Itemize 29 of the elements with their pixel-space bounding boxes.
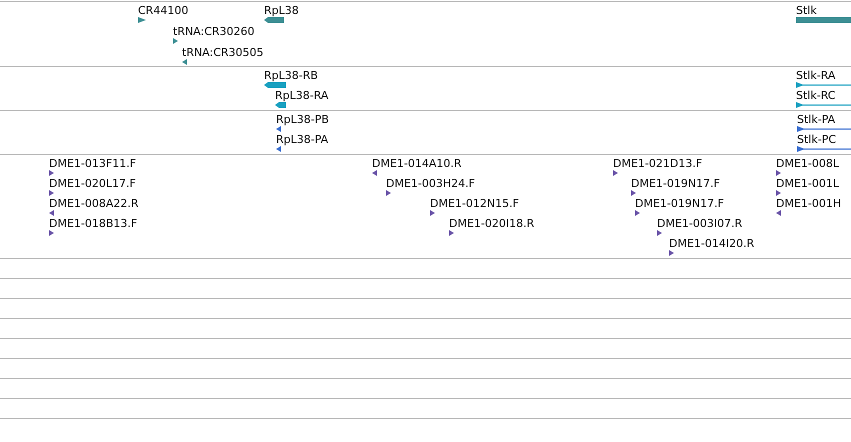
- feature-label: DME1-019N17.F: [631, 177, 720, 190]
- feature-label: RpL38-RA: [275, 89, 328, 102]
- feature-label: DME1-013F11.F: [49, 157, 136, 170]
- feature-label: tRNA:CR30505: [182, 46, 264, 59]
- feature-label: DME1-008A22.R: [49, 197, 139, 210]
- feature-label: DME1-008L: [776, 157, 840, 170]
- feature-label: DME1-020L17.F: [49, 177, 136, 190]
- feature-label: DME1-014I20.R: [669, 237, 754, 250]
- feature-label: DME1-018B13.F: [49, 217, 138, 230]
- feature-label: DME1-003I07.R: [657, 217, 742, 230]
- feature-label: tRNA:CR30260: [173, 25, 255, 38]
- feature-label: Stlk-RA: [796, 69, 836, 82]
- feature-label: DME1-003H24.F: [386, 177, 475, 190]
- feature-label: DME1-001L: [776, 177, 840, 190]
- feature-label: RpL38: [264, 4, 299, 17]
- feature-label: RpL38-PB: [276, 113, 329, 126]
- feature-label: DME1-021D13.F: [613, 157, 702, 170]
- feature-label: RpL38-PA: [276, 133, 328, 146]
- feature-label: DME1-019N17.F: [635, 197, 724, 210]
- feature-label: Stlk-PC: [797, 133, 836, 146]
- feature-label: DME1-001H: [776, 197, 842, 210]
- feature-label: Stlk: [796, 4, 817, 17]
- feature-label: DME1-020I18.R: [449, 217, 534, 230]
- feature-label: RpL38-RB: [264, 69, 318, 82]
- feature-label: DME1-012N15.F: [430, 197, 519, 210]
- feature-label: Stlk-PA: [797, 113, 836, 126]
- feature-label: CR44100: [138, 4, 188, 17]
- feature-label: DME1-014A10.R: [372, 157, 462, 170]
- feature-label: Stlk-RC: [796, 89, 836, 102]
